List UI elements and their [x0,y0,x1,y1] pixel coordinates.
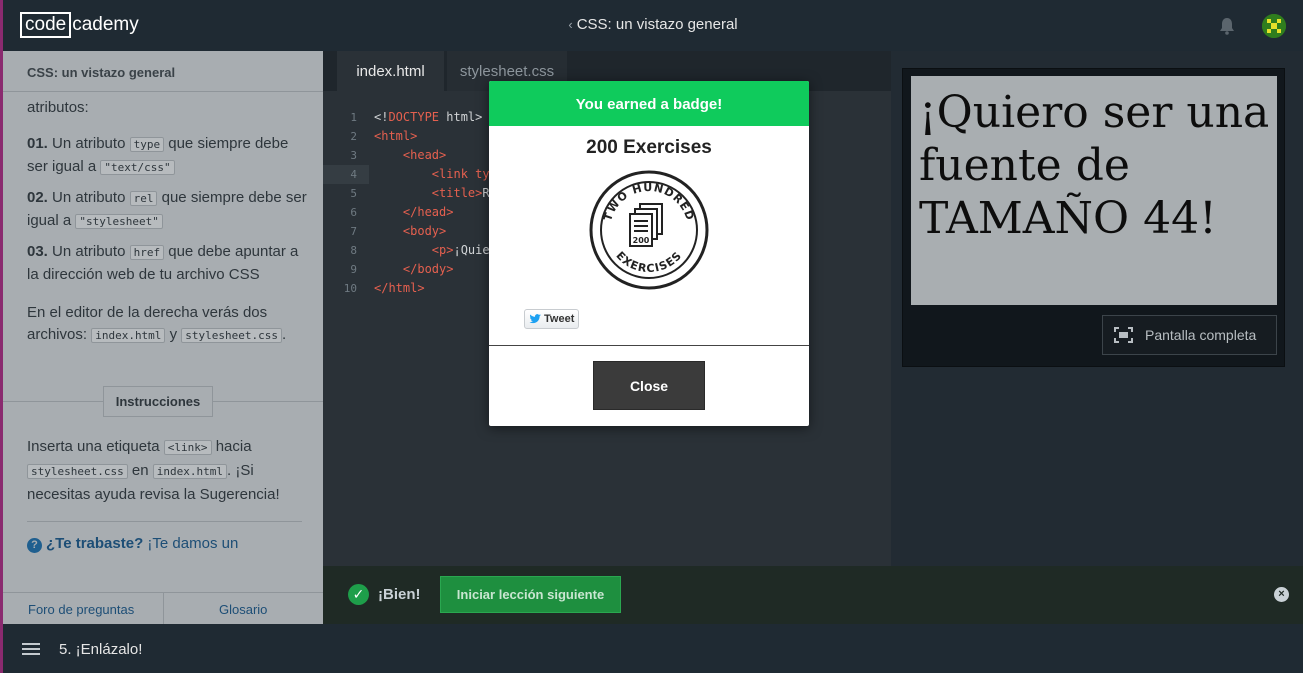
code-token: <body> [374,224,447,238]
code-token: <head> [374,148,447,162]
item-number: 03. [27,243,48,260]
code-snippet: index.html [152,464,227,479]
code-token: <html> [374,129,418,143]
preview-paragraph: ¡Quiero ser una fuente de TAMAÑO 44! [919,87,1270,244]
code-snippet: index.html [91,328,166,343]
instructions-tab[interactable]: Instrucciones [103,386,213,417]
tweet-button[interactable]: Tweet [524,309,579,329]
badge-icon: TWO HUNDRED EXERCISES 200 [589,170,709,290]
avatar-pixel-icon [1262,14,1286,38]
fullscreen-icon [1114,327,1133,343]
code-snippet: stylesheet.css [27,464,128,479]
hint-bold: ¿Te trabaste? [46,535,144,552]
line-number: 9 [350,263,357,276]
code-snippet: "text/css" [100,160,175,175]
twitter-bird-icon [529,314,541,324]
close-icon[interactable]: × [1274,587,1289,602]
hint-text: ¡Te damos un [147,535,239,552]
intro-fragment: atributos: [27,99,89,116]
preview-frame: ¡Quiero ser una fuente de TAMAÑO 44! [911,76,1277,305]
lesson-panel-header: CSS: un vistazo general [3,51,323,92]
badge-number: 200 [633,236,650,245]
code-token: </body> [374,262,454,276]
success-message: ¡Bien! [378,586,421,603]
divider [27,521,302,522]
divider [163,593,164,625]
files-paragraph: En el editor de la derecha verás dos arc… [27,302,307,347]
line-number: 4 [350,168,357,181]
fullscreen-label: Pantalla completa [1145,327,1257,343]
code-token: </html> [374,281,425,295]
instr-text: en [131,462,149,479]
files-end: . [282,326,287,343]
line-number: 3 [350,149,357,162]
item-text: Un atributo [52,135,126,152]
code-snippet: "stylesheet" [75,214,163,229]
instr-text: Inserta una etiqueta [27,438,160,455]
course-title[interactable]: ‹ CSS: un vistazo general [3,16,1303,33]
line-number: 6 [350,206,357,219]
line-number: 2 [350,130,357,143]
item-text: Un atributo [52,189,126,206]
divider [489,345,809,346]
code-token: <p> [374,243,454,257]
lesson-panel-footer: Foro de preguntas Glosario [3,592,323,625]
bell-icon[interactable] [1219,17,1235,35]
fullscreen-button[interactable]: Pantalla completa [1102,315,1277,355]
next-lesson-button[interactable]: Iniciar lección siguiente [440,576,621,613]
current-lesson-title[interactable]: 5. ¡Enlázalo! [59,641,142,658]
code-snippet: href [129,245,165,260]
forum-link[interactable]: Foro de preguntas [28,602,134,617]
tweet-label: Tweet [544,313,575,325]
tab-index-html[interactable]: index.html [337,51,444,91]
check-icon: ✓ [348,584,369,605]
code-snippet: type [129,137,165,152]
course-title-text: CSS: un vistazo general [576,16,738,33]
code-token: <link typ [374,167,497,181]
code-token: </head> [374,205,454,219]
line-number: 5 [350,187,357,200]
item-number: 01. [27,135,48,152]
instr-text: hacia [215,438,252,455]
code-snippet: <link> [163,440,212,455]
chevron-left-icon: ‹ [568,17,573,32]
list-item: 01. Un atributo type que siempre debe se… [27,133,307,179]
code-token: DOCTYPE [388,110,440,124]
result-bar: ✓ ¡Bien! Iniciar lección siguiente × [323,566,1303,624]
lesson-content: atributos: 01. Un atributo type que siem… [27,91,307,355]
code-token: <! [374,110,389,124]
hint-link[interactable]: ? ¿Te trabaste? ¡Te damos un [27,535,238,553]
bottom-bar: 5. ¡Enlázalo! [0,624,1303,673]
question-icon: ? [27,538,42,553]
line-number-gutter: 1 2 3 4 5 6 7 8 9 10 [323,108,363,298]
item-number: 02. [27,189,48,206]
code-token: <title> [374,186,483,200]
instructions-text: Inserta una etiqueta <link> hacia styles… [27,435,303,506]
line-number: 8 [350,244,357,257]
list-item: 02. Un atributo rel que siempre debe ser… [27,187,307,233]
preview-panel: ¡Quiero ser una fuente de TAMAÑO 44! Pan… [902,68,1285,367]
glossary-link[interactable]: Glosario [219,602,267,617]
code-snippet: stylesheet.css [181,328,282,343]
line-number: 1 [350,111,357,124]
list-item: 03. Un atributo href que debe apuntar a … [27,241,307,286]
close-button[interactable]: Close [593,361,705,410]
badge-modal: You earned a badge! 200 Exercises TWO HU… [489,81,809,426]
hamburger-menu-icon[interactable] [22,643,40,656]
code-token: html> [439,110,483,124]
line-number: 10 [343,282,357,295]
lesson-panel-title: CSS: un vistazo general [27,65,176,80]
files-and: y [169,326,178,343]
code-snippet: rel [129,191,158,206]
line-number: 7 [350,225,357,238]
top-navigation-bar: code cademy ‹ CSS: un vistazo general [0,0,1303,51]
user-avatar[interactable] [1262,14,1286,38]
item-text: Un atributo [52,243,126,260]
modal-title: 200 Exercises [586,137,712,158]
modal-header: You earned a badge! [489,81,809,126]
lesson-panel: CSS: un vistazo general atributos: 01. U… [0,51,323,625]
